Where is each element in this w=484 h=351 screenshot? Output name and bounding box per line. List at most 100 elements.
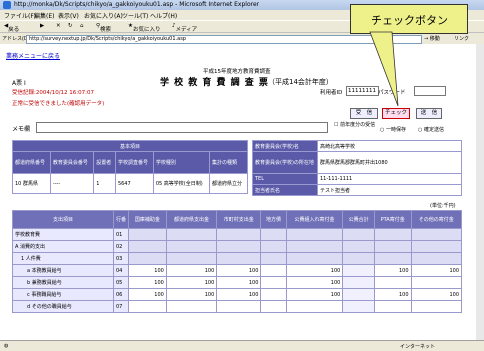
row-label: 学校教育費 (12, 228, 114, 241)
menu-edit[interactable]: 編集(E) (34, 11, 54, 20)
cell (342, 240, 375, 253)
go-button[interactable]: → 移動 (424, 35, 440, 42)
cell (410, 252, 462, 265)
input-cell[interactable] (373, 276, 412, 289)
input-cell[interactable]: 100 (373, 288, 412, 301)
menu-favorites[interactable]: お気に入り(A) (84, 11, 123, 20)
received-note: 正常に受信できました(確認用データ) (12, 101, 105, 107)
input-cell[interactable] (128, 300, 167, 313)
input-cell[interactable]: 100 (128, 288, 167, 301)
ledger-header: 行番 (113, 210, 129, 229)
input-cell[interactable] (260, 288, 287, 301)
menu-file[interactable]: ファイル(F) (4, 11, 36, 20)
check-button[interactable]: チェック (382, 108, 410, 119)
input-cell[interactable]: 100 (373, 264, 412, 277)
input-cell[interactable]: 100 (410, 264, 462, 277)
board-number: ---- (49, 173, 95, 194)
search-button[interactable]: ⚲ 検索 (96, 23, 111, 33)
input-cell[interactable] (260, 276, 287, 289)
address-input[interactable]: http://survey.nextup.jp/Dk/Scripts/chiky… (26, 35, 422, 44)
ledger-header: 地方債 (260, 210, 287, 229)
input-cell[interactable]: 100 (165, 264, 218, 277)
row-label: a 本務教員給与 (12, 264, 114, 277)
cell (165, 228, 218, 241)
home-icon[interactable]: ⌂ (80, 23, 84, 29)
unit-label: (単位:千円) (430, 203, 456, 209)
table-row: b 兼務教員給与 05 100 100 100 100 (12, 276, 462, 289)
input-cell[interactable]: 100 (216, 276, 262, 289)
prefecture-select[interactable]: 10 群馬県 (12, 173, 51, 194)
ie-icon (3, 1, 11, 9)
forward-icon[interactable]: ▶ (40, 23, 44, 29)
go-label: 移動 (429, 36, 440, 42)
cell (285, 252, 344, 265)
option-prev-year[interactable]: ☐ 前年度分の受信 (334, 121, 375, 128)
basic-items-table: 基本項目 都道府県番号 教育委員会番号 設置者 学校調査番号 学校種別 集計の種… (12, 140, 248, 194)
input-cell[interactable]: 100 (285, 264, 344, 277)
menu-view[interactable]: 表示(V) (58, 11, 79, 20)
cell (285, 240, 344, 253)
option-temp-save[interactable]: ○ 一時保存 (380, 126, 406, 133)
ledger-header: 公費合計 (342, 210, 375, 229)
refresh-icon[interactable]: ↻ (68, 23, 73, 29)
survey-year: 平成15年度地方教育費調査 (203, 69, 271, 75)
input-cell[interactable] (373, 300, 412, 313)
founder-code: 1 (93, 173, 116, 194)
input-cell[interactable]: 100 (128, 264, 167, 277)
school-address: 群馬県群馬郡群馬町井出1080 (317, 151, 462, 174)
input-cell[interactable] (285, 300, 344, 313)
cell (342, 252, 375, 265)
school-info-table: 教育委員会(学校)名 高崎北高等学校 教育委員会(学校)の所在地 群馬県群馬郡群馬町… (252, 140, 462, 196)
page-content: 業務メニューに戻る A票 Ⅰ 平成15年度地方教育費調査 学 校 教 育 費 調… (0, 44, 476, 340)
cell (285, 228, 344, 241)
input-cell[interactable] (216, 300, 262, 313)
input-cell[interactable]: 100 (165, 276, 218, 289)
memo-field[interactable] (36, 122, 328, 133)
input-cell[interactable]: 100 (128, 276, 167, 289)
row-code: 01 (113, 228, 129, 241)
user-id-label: 利用者ID (320, 90, 343, 96)
input-cell[interactable]: 100 (285, 288, 344, 301)
send-button[interactable]: 送 信 (416, 108, 442, 119)
school-type-select[interactable]: 05 高等学校(全日制) (152, 173, 211, 194)
input-cell[interactable]: 100 (216, 264, 262, 277)
back-to-menu-link[interactable]: 業務メニューに戻る (6, 51, 60, 60)
input-cell[interactable]: 100 (216, 288, 262, 301)
media-button[interactable]: ♪ メディア (172, 23, 197, 33)
menu-help[interactable]: ヘルプ(H) (150, 11, 177, 20)
password-field[interactable] (414, 86, 446, 96)
option-prev-year-label: 前年度分の受信 (340, 122, 376, 128)
table-row: d その他の職員給与 07 (12, 300, 462, 313)
basic-header: 設置者 (93, 151, 116, 174)
input-cell[interactable] (260, 264, 287, 277)
input-cell[interactable] (410, 300, 462, 313)
tel-label: TEL (252, 173, 318, 185)
cell (128, 240, 167, 253)
page-title: 学 校 教 育 費 調 査 票 (160, 78, 269, 88)
table-row: 1 人件費 03 (12, 252, 462, 265)
ledger-header: 都道府県支出金 (165, 210, 218, 229)
receive-button[interactable]: 受 信 (350, 108, 378, 119)
table-row: A 消費的支出 02 (12, 240, 462, 253)
favorites-button[interactable]: ★ お気に入り (128, 23, 160, 33)
input-cell[interactable] (260, 300, 287, 313)
stop-icon[interactable]: ✕ (56, 23, 61, 29)
window-title: http://monka/Dk/Scripts/chikyo/a_gakkoiy… (14, 1, 260, 8)
vertical-scrollbar[interactable] (476, 44, 484, 340)
menu-tools[interactable]: ツール(T) (122, 11, 148, 20)
expenditure-table: 支出項目 行番 国庫補助金 都道府県支出金 市町村支出金 地方債 公費組入れ寄付… (12, 210, 462, 313)
input-cell[interactable] (410, 276, 462, 289)
input-cell[interactable]: 100 (410, 288, 462, 301)
option-final-send[interactable]: ○ 確定送信 (418, 126, 444, 133)
user-id-field[interactable]: 11111111 (346, 86, 379, 96)
received-timestamp: 受信記録:2004/10/12 16:07:07 (12, 90, 95, 96)
input-cell[interactable] (165, 300, 218, 313)
tel-value: 11-111-1111 (317, 173, 462, 185)
cell (342, 288, 375, 301)
back-button[interactable]: ◀ 戻る (4, 23, 19, 33)
input-cell[interactable]: 100 (285, 276, 344, 289)
school-address-label: 教育委員会(学校)の所在地 (252, 151, 318, 174)
cell (342, 276, 375, 289)
links-label[interactable]: リンク (454, 35, 469, 42)
input-cell[interactable]: 100 (165, 288, 218, 301)
